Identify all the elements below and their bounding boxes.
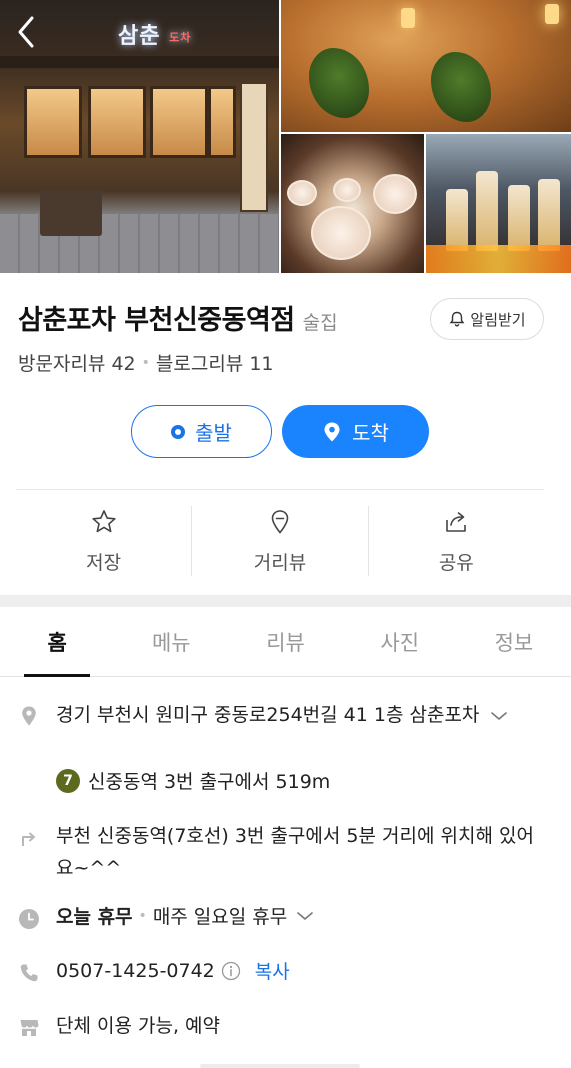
- chevron-down-icon[interactable]: [489, 709, 509, 723]
- chevron-down-icon[interactable]: [293, 909, 317, 923]
- save-label: 저장: [86, 552, 122, 574]
- photo-window: [88, 86, 146, 158]
- photo-bottle: [538, 179, 560, 251]
- photo-window: [208, 86, 236, 158]
- place-name: 삼춘포차 부천신중동역점: [18, 305, 295, 336]
- section-spacer: [0, 595, 571, 607]
- food-photo[interactable]: [281, 134, 424, 273]
- arrive-button[interactable]: 도착: [282, 405, 429, 458]
- location-pin-icon: [324, 422, 340, 441]
- location-pin-icon: [22, 706, 36, 726]
- photo-plant: [431, 52, 491, 122]
- photo-plate: [311, 206, 371, 260]
- photo-plate: [287, 180, 317, 206]
- blog-review-count[interactable]: 블로그리뷰 11: [156, 349, 274, 376]
- tab-bar: 홈 메뉴 리뷰 사진 정보: [0, 607, 571, 677]
- subway-info: 7 신중동역 3번 출구에서 519m: [56, 767, 330, 794]
- photo-awning: [0, 56, 279, 68]
- chevron-left-icon: [18, 16, 34, 48]
- tab-reviews[interactable]: 리뷰: [228, 607, 342, 676]
- notify-label: 알림받기: [470, 310, 526, 329]
- title-row: 삼춘포차 부천신중동역점 술집: [18, 298, 338, 337]
- tab-photos[interactable]: 사진: [343, 607, 457, 676]
- streetview-button[interactable]: 거리뷰: [192, 506, 367, 578]
- photo-plate: [333, 178, 361, 202]
- photo-bottle: [446, 189, 468, 251]
- visitor-review-count[interactable]: 방문자리뷰 42: [18, 349, 136, 376]
- streetview-label: 거리뷰: [253, 552, 307, 574]
- interior-photo[interactable]: [281, 0, 571, 132]
- depart-label: 출발: [195, 421, 232, 445]
- subway-line-badge: 7: [56, 768, 80, 793]
- share-label: 공유: [438, 552, 474, 574]
- photo-window: [24, 86, 82, 158]
- review-counts: 방문자리뷰 42 • 블로그리뷰 11: [18, 349, 274, 376]
- business-hours[interactable]: 오늘 휴무 • 매주 일요일 휴무: [56, 902, 317, 929]
- separator-dot: •: [138, 907, 147, 924]
- hours-status: 오늘 휴무: [56, 906, 133, 928]
- photo-candle-glow: [426, 245, 571, 273]
- share-icon: [446, 512, 467, 532]
- clock-icon: [19, 909, 39, 929]
- facility-text: 단체 이용 가능, 예약: [56, 1015, 220, 1037]
- home-indicator: [200, 1064, 360, 1068]
- phone-row: 0507-1425-0742 복사: [56, 957, 290, 984]
- photo-planter: [40, 190, 102, 236]
- save-button[interactable]: 저장: [16, 506, 191, 578]
- back-button[interactable]: [10, 12, 44, 52]
- photo-lamp: [401, 8, 415, 28]
- photo-lamp: [545, 4, 559, 24]
- separator-dot: •: [141, 354, 150, 371]
- phone-icon: [20, 964, 38, 982]
- drinks-photo[interactable]: [426, 134, 571, 273]
- tab-info[interactable]: 정보: [457, 607, 571, 676]
- photo-door: [240, 82, 268, 212]
- depart-button[interactable]: 출발: [131, 405, 272, 458]
- notify-button[interactable]: 알림받기: [430, 298, 544, 340]
- photo-bottle: [508, 185, 530, 251]
- arrive-label: 도착: [352, 421, 389, 445]
- photo-bottle: [476, 171, 498, 251]
- subway-distance: 신중동역 3번 출구에서 519m: [88, 771, 331, 793]
- tab-home[interactable]: 홈: [0, 607, 114, 677]
- origin-ring-icon: [171, 424, 186, 439]
- phone-number[interactable]: 0507-1425-0742: [56, 960, 215, 982]
- tab-menu[interactable]: 메뉴: [114, 607, 228, 676]
- photo-gallery[interactable]: 삼춘 도차: [0, 0, 571, 273]
- streetview-icon: [271, 510, 289, 534]
- directions-text: 부천 신중동역(7호선) 3번 출구에서 5분 거리에 위치해 있어요~^^: [56, 825, 534, 879]
- address-value: 경기 부천시 원미구 중동로254번길 41 1층 삼춘포차: [56, 704, 480, 726]
- hours-detail: 매주 일요일 휴무: [152, 906, 288, 928]
- storefront-sign: 삼춘 도차: [118, 24, 192, 49]
- action-row: 저장 거리뷰 공유: [16, 506, 544, 578]
- divider: [16, 489, 544, 490]
- share-button[interactable]: 공유: [369, 506, 544, 578]
- photo-window: [150, 86, 208, 158]
- bell-plus-icon: [449, 311, 465, 327]
- turn-arrow-icon: [22, 832, 35, 846]
- address-text[interactable]: 경기 부천시 원미구 중동로254번길 41 1층 삼춘포차: [56, 699, 546, 731]
- photo-plate: [373, 174, 417, 214]
- info-circle-icon[interactable]: [221, 961, 241, 981]
- store-icon: [20, 1020, 39, 1036]
- place-category: 술집: [302, 312, 338, 334]
- copy-button[interactable]: 복사: [255, 957, 290, 984]
- photo-plant: [309, 48, 369, 118]
- star-icon: [92, 510, 116, 533]
